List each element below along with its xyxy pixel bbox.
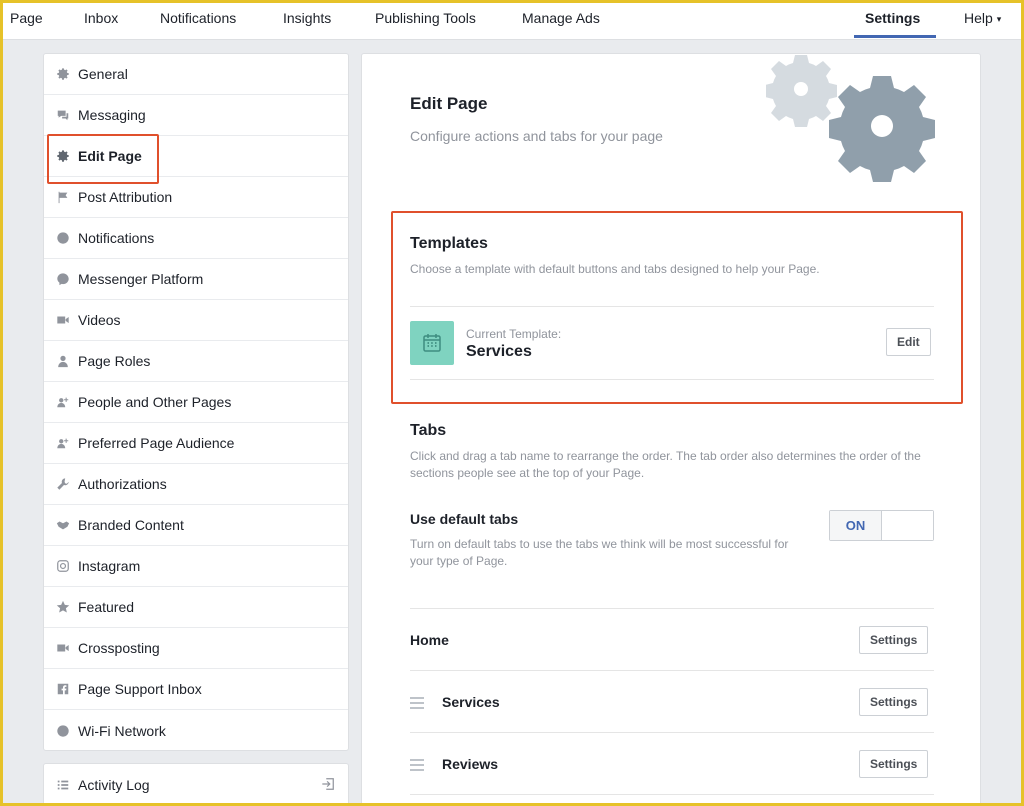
sidebar-item-label: Featured	[78, 599, 135, 615]
services-settings-button[interactable]: Settings	[859, 688, 929, 716]
sidebar-item-label: Branded Content	[78, 517, 184, 533]
sidebar-item-notifications[interactable]: Notifications	[44, 218, 348, 259]
star-icon	[55, 599, 71, 615]
drag-handle-icon[interactable]	[410, 758, 424, 771]
sidebar-item-messenger-platform[interactable]: Messenger Platform	[44, 259, 348, 300]
sidebar-item-activity-log[interactable]: Activity Log	[43, 763, 349, 806]
divider	[410, 306, 934, 307]
templates-title: Templates	[410, 235, 488, 252]
video-icon	[55, 312, 71, 328]
sidebar-item-messaging[interactable]: Messaging	[44, 95, 348, 136]
messaging-icon	[55, 107, 71, 123]
people-icon	[55, 394, 71, 410]
flag-icon	[55, 189, 71, 205]
instagram-icon	[55, 558, 71, 574]
divider	[410, 794, 934, 795]
tab-row-services-label: Services	[442, 694, 500, 710]
people-icon	[55, 435, 71, 451]
drag-handle-icon[interactable]	[410, 696, 424, 709]
sidebar-item-label: Post Attribution	[78, 189, 173, 205]
activity-log-label: Activity Log	[78, 776, 150, 793]
page-title: Edit Page	[410, 94, 488, 113]
sidebar-item-label: Preferred Page Audience	[78, 435, 235, 451]
sidebar-item-videos[interactable]: Videos	[44, 300, 348, 341]
sidebar-item-preferred-page-audience[interactable]: Preferred Page Audience	[44, 423, 348, 464]
current-template-name: Services	[466, 343, 532, 360]
sidebar-item-wifi-network[interactable]: Wi-Fi Network	[44, 710, 348, 751]
sidebar-item-label: Notifications	[78, 230, 155, 246]
nav-inbox[interactable]: Inbox	[84, 0, 118, 40]
sidebar-item-label: Messaging	[78, 107, 146, 123]
calendar-icon	[410, 321, 454, 365]
sidebar-item-label: Instagram	[78, 558, 141, 574]
gear-icon	[55, 66, 71, 82]
home-settings-button[interactable]: Settings	[859, 626, 929, 654]
page-subtitle: Configure actions and tabs for your page	[410, 128, 663, 144]
sidebar-item-label: Authorizations	[78, 476, 167, 492]
chevron-down-icon: ▾	[996, 14, 1002, 24]
toggle-on-label: ON	[830, 511, 882, 540]
sidebar-item-general[interactable]: General	[44, 54, 348, 95]
templates-description: Choose a template with default buttons a…	[410, 262, 820, 276]
current-template-caption: Current Template:	[466, 327, 562, 341]
sidebar-item-featured[interactable]: Featured	[44, 587, 348, 628]
sidebar-item-label: Page Support Inbox	[78, 681, 202, 697]
divider	[410, 670, 934, 671]
sidebar-item-authorizations[interactable]: Authorizations	[44, 464, 348, 505]
sidebar-item-label: Page Roles	[78, 353, 151, 369]
person-icon	[55, 353, 71, 369]
divider	[410, 732, 934, 733]
sidebar-item-edit-page[interactable]: Edit Page	[44, 136, 348, 177]
nav-settings[interactable]: Settings	[865, 0, 920, 40]
tabs-title: Tabs	[410, 422, 447, 439]
nav-notifications[interactable]: Notifications	[160, 0, 236, 40]
sidebar-item-crossposting[interactable]: Crossposting	[44, 628, 348, 669]
gear-icon	[55, 148, 71, 164]
default-tabs-title: Use default tabs	[410, 511, 519, 527]
sidebar-item-label: Crossposting	[78, 640, 160, 656]
messenger-icon	[55, 271, 71, 287]
tabs-description: Click and drag a tab name to rearrange t…	[410, 449, 921, 480]
handshake-icon	[55, 517, 71, 533]
sidebar-item-page-roles[interactable]: Page Roles	[44, 341, 348, 382]
sidebar-item-label: Messenger Platform	[78, 271, 204, 287]
sidebar-item-instagram[interactable]: Instagram	[44, 546, 348, 587]
video-icon	[55, 640, 71, 656]
globe-icon	[55, 230, 71, 246]
sidebar-item-label: Edit Page	[78, 148, 142, 164]
divider	[410, 379, 934, 380]
active-tab-indicator	[854, 35, 936, 38]
nav-page[interactable]: Page	[10, 0, 43, 40]
exit-icon	[321, 777, 337, 793]
sidebar-item-people-and-other-pages[interactable]: People and Other Pages	[44, 382, 348, 423]
edit-template-button[interactable]: Edit	[886, 328, 931, 356]
facebook-icon	[55, 681, 71, 697]
nav-manage-ads[interactable]: Manage Ads	[522, 0, 600, 40]
sidebar-item-page-support-inbox[interactable]: Page Support Inbox	[44, 669, 348, 710]
default-tabs-toggle[interactable]: ON	[829, 510, 934, 541]
settings-sidebar: General Messaging Edit Page Post Attribu…	[43, 53, 349, 751]
list-icon	[55, 777, 71, 793]
sidebar-item-label: People and Other Pages	[78, 394, 232, 410]
top-navigation: Page Inbox Notifications Insights Publis…	[0, 0, 1024, 40]
nav-help[interactable]: Help ▾	[964, 0, 1001, 40]
tab-row-reviews-label: Reviews	[442, 756, 499, 772]
wrench-icon	[55, 476, 71, 492]
edit-page-panel: Edit Page Configure actions and tabs for…	[361, 53, 981, 806]
nav-publishing-tools[interactable]: Publishing Tools	[375, 0, 476, 40]
divider	[410, 608, 934, 609]
nav-insights[interactable]: Insights	[283, 0, 331, 40]
default-tabs-description: Turn on default tabs to use the tabs we …	[410, 537, 789, 568]
info-icon	[55, 723, 71, 739]
sidebar-item-label: Videos	[78, 312, 121, 328]
toggle-off-area	[882, 511, 933, 540]
tab-row-home-label: Home	[410, 632, 449, 648]
sidebar-item-branded-content[interactable]: Branded Content	[44, 505, 348, 546]
nav-help-label: Help	[964, 10, 993, 26]
sidebar-item-post-attribution[interactable]: Post Attribution	[44, 177, 348, 218]
gears-icon	[766, 55, 935, 182]
reviews-settings-button[interactable]: Settings	[859, 750, 929, 778]
sidebar-item-label: General	[78, 66, 128, 82]
sidebar-item-label: Wi-Fi Network	[78, 722, 166, 739]
